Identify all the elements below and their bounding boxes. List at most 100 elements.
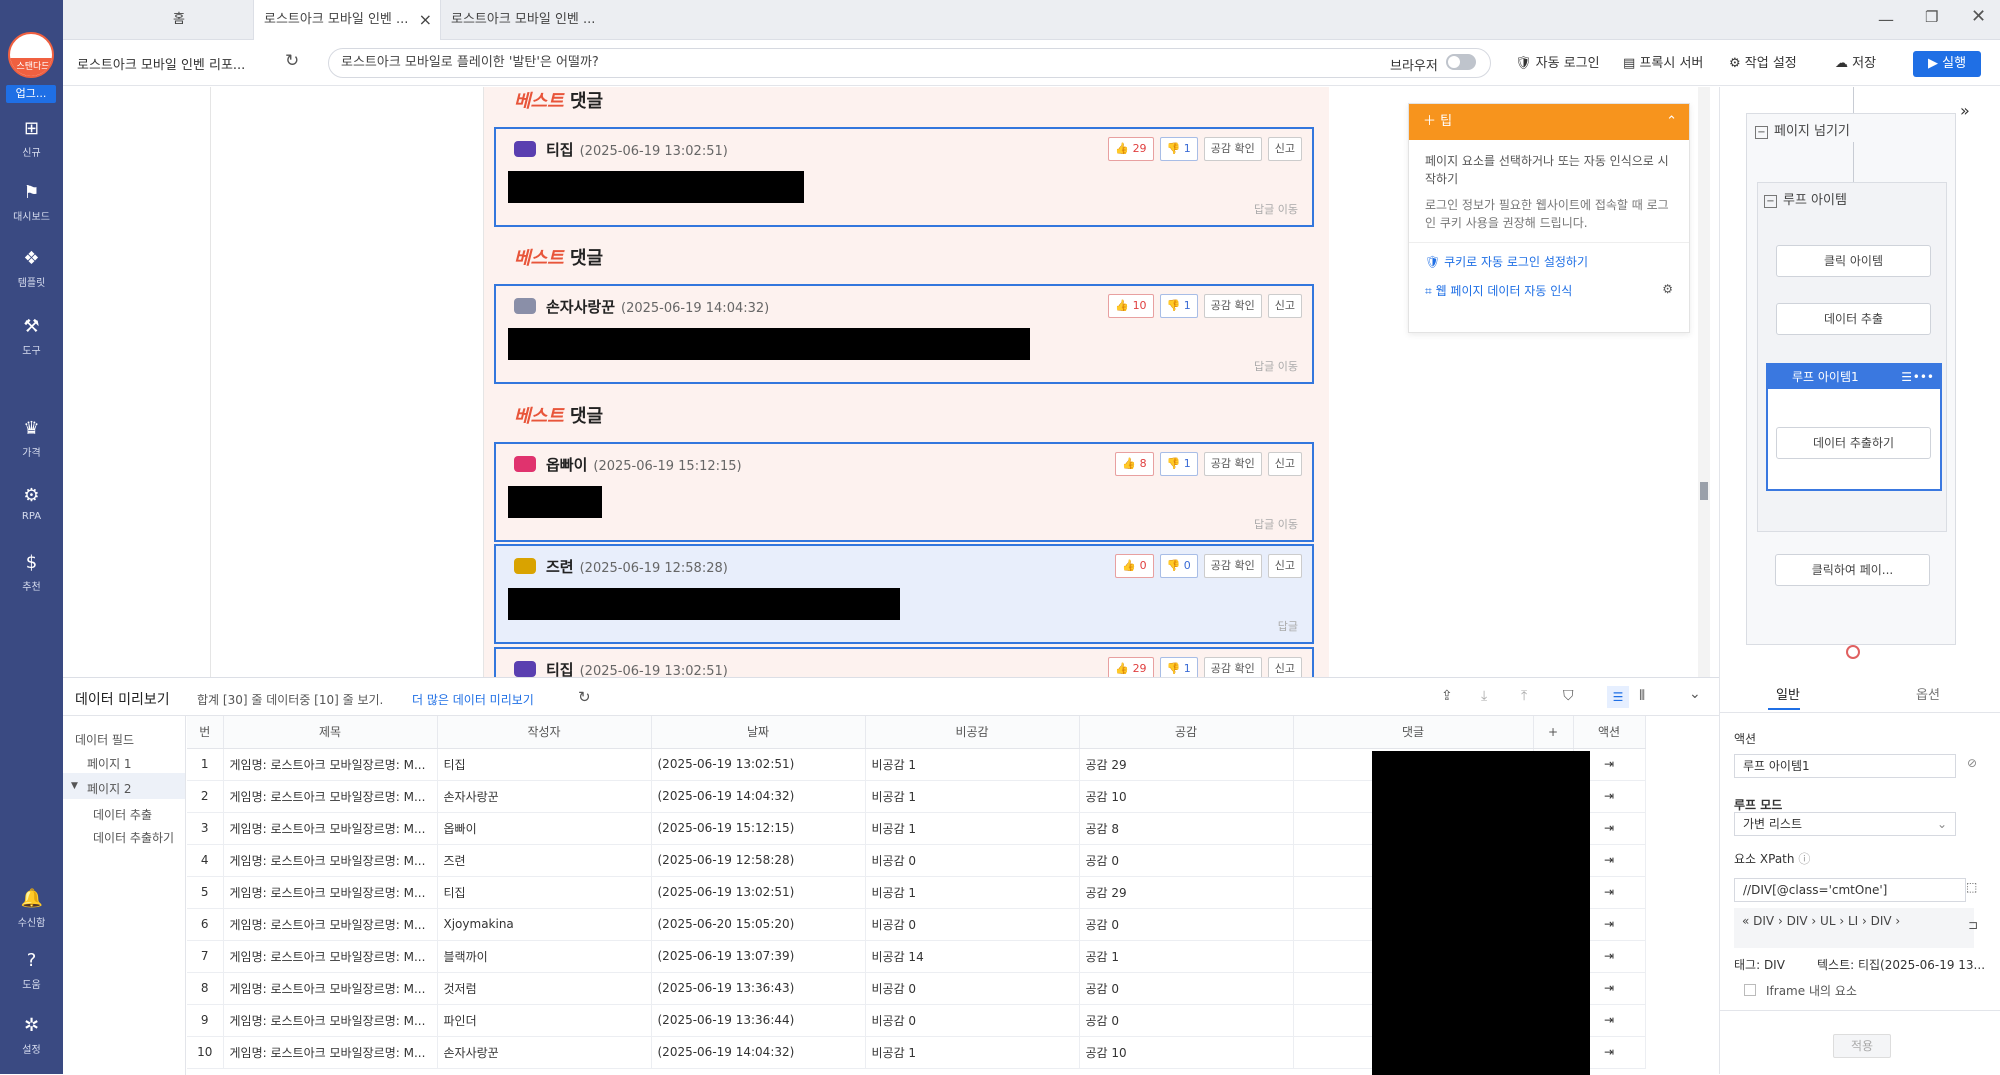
tree-root[interactable]: 데이터 필드 [75, 731, 134, 748]
loop-item1-header[interactable]: 루프 아이템1 ☰ ••• [1768, 365, 1940, 389]
sidebar-item-3[interactable]: ⚒ 도구 [0, 316, 63, 357]
minimize-icon[interactable]: — [1878, 10, 1894, 29]
auto-login-button[interactable]: 🛡 자동 로그인 [1515, 52, 1600, 71]
close-icon[interactable]: × [419, 0, 432, 40]
select-element-icon[interactable]: ⬚ [1966, 880, 1977, 894]
browser-toggle[interactable] [1446, 54, 1476, 70]
comment-item[interactable]: 티집 (2025-06-19 13:02:51) 👍 29 👎 1 공감 확인 신고 [494, 647, 1314, 677]
report-button[interactable]: 신고 [1267, 452, 1302, 476]
crumb-item[interactable]: DIV [1787, 914, 1808, 928]
crumb-item[interactable]: UL [1820, 914, 1835, 928]
row-action-icon[interactable]: ⇥ [1604, 885, 1614, 899]
tip-header[interactable]: ＋ 팁 ⌃ [1409, 104, 1689, 140]
report-button[interactable]: 신고 [1267, 137, 1302, 161]
browser-scrollbar[interactable] [1698, 87, 1710, 677]
loop-item1-box[interactable]: 루프 아이템1 ☰ ••• 데이터 추출하기 [1766, 363, 1942, 491]
column-header[interactable]: 댓글 [1293, 716, 1534, 749]
comment-author[interactable]: 옵빠이 (2025-06-19 15:12:15) [546, 454, 742, 475]
copy-icon[interactable]: ⊐ [1968, 918, 1978, 932]
loop-mode-select[interactable]: 가변 리스트 ⌄ [1734, 812, 1956, 836]
column-header[interactable]: 작성자 [437, 716, 652, 749]
auto-detect-link[interactable]: ⌗ 웹 페이지 데이터 자동 인식 ⚙ [1409, 282, 1689, 299]
comment-item[interactable]: 티집 (2025-06-19 13:02:51) 👍 29 👎 1 공감 확인 신고 답글 … [494, 127, 1314, 227]
preview-scrollbar[interactable] [1703, 718, 1713, 1058]
comment-author[interactable]: 티집 (2025-06-19 13:02:51) [546, 139, 728, 160]
app-logo[interactable]: 스탠다드 [8, 32, 54, 78]
tab-active[interactable]: 로스트아크 모바일 인벤 ... × [253, 0, 441, 40]
column-header[interactable]: 비공감 [865, 716, 1080, 749]
column-header[interactable]: 번 [187, 716, 224, 749]
iframe-checkbox[interactable] [1744, 984, 1756, 996]
apply-button[interactable]: 적용 [1833, 1034, 1891, 1058]
column-header[interactable]: 제목 [223, 716, 438, 749]
upgrade-badge[interactable]: 업그... [6, 85, 56, 103]
report-button[interactable]: 신고 [1267, 657, 1302, 677]
download-icon[interactable]: ⤓ [1481, 688, 1487, 704]
more-icon[interactable]: ••• [1913, 365, 1934, 389]
like-button[interactable]: 👍 29 [1108, 137, 1154, 161]
sidebar-bottom-2[interactable]: ✲ 설정 [0, 1015, 63, 1056]
column-header[interactable]: 액션 [1573, 716, 1646, 749]
list-icon[interactable]: ☰ [1901, 365, 1912, 389]
check-likes-button[interactable]: 공감 확인 [1203, 554, 1262, 578]
like-button[interactable]: 👍 0 [1115, 554, 1154, 578]
tree-extract[interactable]: 데이터 추출 [93, 806, 152, 823]
url-input[interactable]: 로스트아크 모바일로 플레이한 '발탄'은 어떨까? [328, 48, 1491, 78]
collapse-icon[interactable]: ⌄ [1689, 686, 1701, 702]
crumb-item[interactable]: DIV [1871, 914, 1892, 928]
column-header[interactable]: 날짜 [651, 716, 866, 749]
comment-author[interactable]: 즈련 (2025-06-19 12:58:28) [546, 556, 728, 577]
action-input[interactable]: 루프 아이템1 [1734, 754, 1956, 778]
tree-page2[interactable]: 페이지 2 [87, 780, 132, 797]
comment-item[interactable]: 즈련 (2025-06-19 12:58:28) 👍 0 👎 0 공감 확인 신고답글 [494, 544, 1314, 644]
dislike-button[interactable]: 👎 0 [1159, 554, 1198, 578]
sidebar-item-4[interactable]: ♛ 가격 [0, 418, 63, 459]
row-action-icon[interactable]: ⇥ [1604, 1045, 1614, 1059]
tree-extract2[interactable]: 데이터 추출하기 [93, 829, 174, 846]
caret-down-icon[interactable]: ▼ [71, 781, 78, 791]
report-button[interactable]: 신고 [1267, 294, 1302, 318]
crumb-item[interactable]: DIV [1753, 914, 1774, 928]
proxy-button[interactable]: ▤ 프록시 서버 [1623, 52, 1703, 71]
sidebar-item-0[interactable]: ⊞ 신규 [0, 118, 63, 159]
move-link[interactable]: 이동 [1278, 203, 1298, 216]
chevron-up-icon[interactable]: ⌃ [1666, 104, 1677, 140]
gear-icon[interactable]: ⚙ [1662, 282, 1673, 296]
save-button[interactable]: ☁ 저장 [1835, 52, 1876, 71]
loop-item-label[interactable]: − 루프 아이템 [1764, 189, 1847, 208]
check-likes-button[interactable]: 공감 확인 [1203, 657, 1262, 677]
tab-options[interactable]: 옵션 [1916, 684, 1940, 703]
cookie-login-link[interactable]: 🛡 쿠키로 자동 로그인 설정하기 [1409, 253, 1689, 270]
more-preview-link[interactable]: 더 많은 데이터 미리보기 [412, 691, 534, 708]
like-button[interactable]: 👍 29 [1108, 657, 1154, 677]
sidebar-item-2[interactable]: ❖ 템플릿 [0, 248, 63, 289]
reply-link[interactable]: 답글 [1254, 360, 1274, 373]
row-action-icon[interactable]: ⇥ [1604, 1013, 1614, 1027]
check-likes-button[interactable]: 공감 확인 [1203, 137, 1262, 161]
help-icon[interactable]: ⓘ [1798, 852, 1810, 866]
report-button[interactable]: 신고 [1267, 554, 1302, 578]
reply-link[interactable]: 답글 [1254, 518, 1274, 531]
sidebar-bottom-1[interactable]: ? 도움 [0, 950, 63, 991]
crumb-item[interactable]: LI [1848, 914, 1858, 928]
row-action-icon[interactable]: ⇥ [1604, 917, 1614, 931]
dislike-button[interactable]: 👎 1 [1159, 294, 1198, 318]
run-button[interactable]: ▶ 실행 [1913, 51, 1981, 77]
tab-general[interactable]: 일반 [1776, 684, 1800, 703]
check-likes-button[interactable]: 공감 확인 [1203, 452, 1262, 476]
like-button[interactable]: 👍 8 [1115, 452, 1154, 476]
column-header[interactable]: 공감 [1079, 716, 1294, 749]
reply-link[interactable]: 답글 [1254, 203, 1274, 216]
row-action-icon[interactable]: ⇥ [1604, 981, 1614, 995]
column-header[interactable]: + [1533, 716, 1574, 749]
row-action-icon[interactable]: ⇥ [1604, 949, 1614, 963]
column-view-icon[interactable]: ⦀ [1639, 688, 1645, 704]
row-action-icon[interactable]: ⇥ [1604, 757, 1614, 771]
task-settings-button[interactable]: ⚙ 작업 설정 [1729, 52, 1797, 71]
sidebar-bottom-0[interactable]: 🔔 수신함 [0, 888, 63, 929]
expand-icon[interactable]: » [1960, 101, 1970, 120]
comment-author[interactable]: 티집 (2025-06-19 13:02:51) [546, 659, 728, 677]
reply-link[interactable]: 답글 [1278, 620, 1298, 633]
refresh-icon[interactable]: ↻ [285, 51, 299, 71]
move-link[interactable]: 이동 [1278, 360, 1298, 373]
